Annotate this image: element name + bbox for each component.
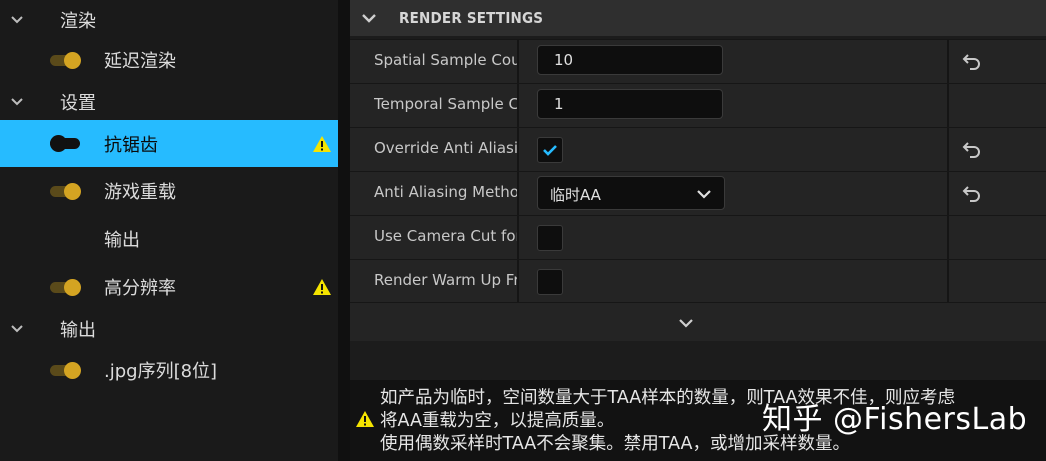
render-warm-up-frames-checkbox[interactable] xyxy=(537,269,563,295)
tree-item-deferred-rendering[interactable]: 延迟渲染 xyxy=(0,40,338,80)
use-camera-cut-checkbox[interactable] xyxy=(537,225,563,251)
tree-item-output[interactable]: 输出 xyxy=(0,219,338,259)
property-row-anti-aliasing-method: Anti Aliasing Method 临时AA xyxy=(350,171,1046,215)
chevron-down-icon xyxy=(677,314,695,332)
property-label: Render Warm Up Frames xyxy=(374,271,519,289)
chevron-down-icon[interactable] xyxy=(9,321,25,337)
warning-text-line: 将AA重载为空，以提高质量。 xyxy=(380,411,615,431)
property-row-render-warm-up-frames: Render Warm Up Frames xyxy=(350,259,1046,303)
tree-category-label: 渲染 xyxy=(60,11,96,32)
warning-triangle-icon xyxy=(312,278,332,296)
tree-item-label: 延迟渲染 xyxy=(104,51,176,72)
checkmark-icon xyxy=(543,145,557,156)
temporal-sample-count-input[interactable]: 1 xyxy=(537,89,723,119)
toggle-switch[interactable] xyxy=(50,361,82,379)
tree-item-jpg-sequence[interactable]: .jpg序列[8位] xyxy=(0,350,338,390)
tree-category-settings[interactable]: 设置 xyxy=(0,82,338,122)
property-label: Override Anti Aliasing xyxy=(374,139,519,157)
warning-triangle-icon xyxy=(312,135,332,153)
section-title: RENDER SETTINGS xyxy=(399,9,544,27)
reset-arrow-icon[interactable] xyxy=(962,185,982,202)
tree-category-rendering[interactable]: 渲染 xyxy=(0,0,338,40)
property-row-spatial-sample-count: Spatial Sample Count 10 xyxy=(350,39,1046,83)
toggle-switch[interactable] xyxy=(50,135,82,152)
chevron-down-icon[interactable] xyxy=(9,94,25,110)
tree-item-label: .jpg序列[8位] xyxy=(104,361,218,382)
property-row-override-anti-aliasing: Override Anti Aliasing xyxy=(350,127,1046,171)
tree-category-output[interactable]: 输出 xyxy=(0,309,338,349)
anti-aliasing-method-dropdown[interactable]: 临时AA xyxy=(537,176,725,210)
tree-item-game-overrides[interactable]: 游戏重载 xyxy=(0,171,338,211)
override-anti-aliasing-checkbox[interactable] xyxy=(537,137,563,163)
spatial-sample-count-input[interactable]: 10 xyxy=(537,45,723,75)
show-advanced-button[interactable] xyxy=(350,302,1046,341)
watermark: 知乎 @FishersLab xyxy=(762,402,1028,437)
property-label: Spatial Sample Count xyxy=(374,51,519,69)
property-label: Anti Aliasing Method xyxy=(374,183,519,201)
dropdown-value: 临时AA xyxy=(550,186,601,204)
tree-item-label: 输出 xyxy=(104,230,140,251)
tree-category-label: 设置 xyxy=(60,93,96,114)
reset-arrow-icon[interactable] xyxy=(962,53,982,70)
details-panel: RENDER SETTINGS Spatial Sample Count 10 … xyxy=(350,0,1046,380)
tree-item-anti-aliasing[interactable]: 抗锯齿 xyxy=(0,120,338,167)
chevron-down-icon[interactable] xyxy=(9,12,25,28)
toggle-switch[interactable] xyxy=(50,182,82,200)
tree-item-label: 抗锯齿 xyxy=(104,134,158,156)
settings-tree: 渲染 延迟渲染 设置 抗锯齿 游戏重载 输出 高分辨率 输出 .jpg序列[8位… xyxy=(0,0,338,461)
property-label: Use Camera Cut for Warm Up xyxy=(374,227,519,245)
chevron-down-icon xyxy=(696,186,712,202)
property-row-temporal-sample-count: Temporal Sample Count 1 xyxy=(350,83,1046,127)
section-header[interactable]: RENDER SETTINGS xyxy=(350,0,1046,36)
panel-splitter[interactable] xyxy=(338,0,350,461)
tree-item-label: 高分辨率 xyxy=(104,278,176,299)
property-label: Temporal Sample Count xyxy=(374,95,519,113)
property-row-use-camera-cut: Use Camera Cut for Warm Up xyxy=(350,215,1046,259)
toggle-switch[interactable] xyxy=(50,278,82,296)
warning-triangle-icon xyxy=(355,410,375,428)
tree-item-high-resolution[interactable]: 高分辨率 xyxy=(0,267,338,307)
toggle-switch[interactable] xyxy=(50,51,82,69)
tree-item-label: 游戏重载 xyxy=(104,182,176,203)
reset-arrow-icon[interactable] xyxy=(962,141,982,158)
chevron-down-icon[interactable] xyxy=(360,9,378,27)
tree-category-label: 输出 xyxy=(60,320,96,341)
